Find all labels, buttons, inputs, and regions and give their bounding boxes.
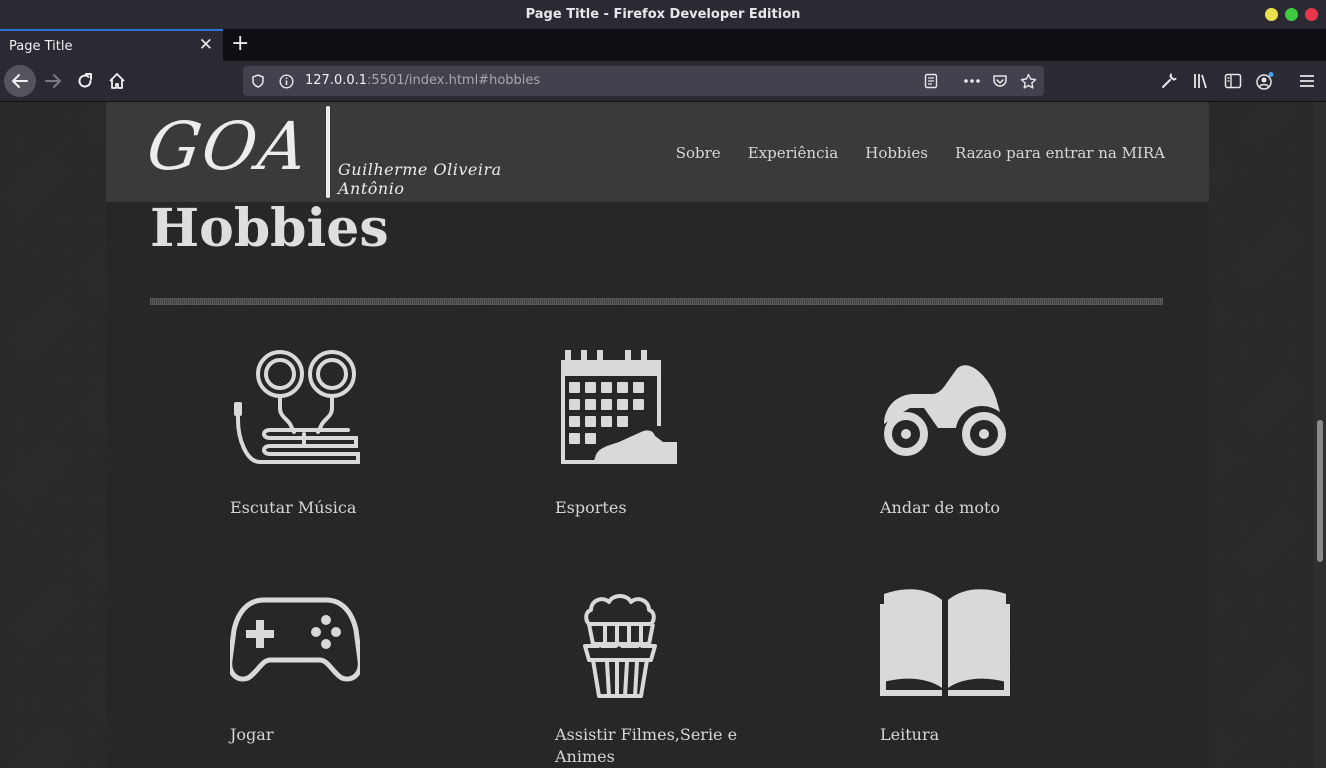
url-host: 127.0.0.1 xyxy=(305,73,368,88)
site-header: GOA Guilherme Oliveira Antônio Sobre Exp… xyxy=(106,102,1209,202)
motorcycle-icon xyxy=(884,365,1006,456)
hobby-label: Escutar Música xyxy=(230,498,357,517)
forward-button[interactable] xyxy=(37,65,69,97)
nav-link-experiencia[interactable]: Experiência xyxy=(748,144,839,162)
site-nav: Sobre Experiência Hobbies Razao para ent… xyxy=(676,144,1165,162)
hobby-label: Andar de moto xyxy=(880,498,1001,517)
library-icon[interactable] xyxy=(1190,70,1212,92)
address-bar[interactable]: 127.0.0.1:5501/index.html#hobbies xyxy=(243,66,1044,96)
shield-icon[interactable] xyxy=(249,72,267,90)
nav-link-razao[interactable]: Razao para entrar na MIRA xyxy=(955,144,1165,162)
minimize-button[interactable] xyxy=(1265,8,1278,21)
popcorn-icon xyxy=(583,594,657,698)
window-controls xyxy=(1265,8,1318,21)
page-viewport: GOA Guilherme Oliveira Antônio Sobre Exp… xyxy=(0,102,1314,768)
nav-link-sobre[interactable]: Sobre xyxy=(676,144,721,162)
page-scrollbar[interactable] xyxy=(1314,102,1326,768)
section-title: Hobbies xyxy=(150,198,389,259)
hobby-label: Assistir Filmes,Serie e Animes xyxy=(555,725,738,766)
new-tab-button[interactable]: + xyxy=(231,32,249,56)
section-divider xyxy=(150,298,1163,305)
logo-name: Guilherme Oliveira Antônio xyxy=(338,160,502,198)
url-text[interactable]: 127.0.0.1:5501/index.html#hobbies xyxy=(305,73,540,88)
tab-strip: Page Title ✕ + xyxy=(0,29,1326,61)
logo-divider xyxy=(326,106,330,198)
home-button[interactable] xyxy=(101,65,133,97)
site-logo[interactable]: GOA Guilherme Oliveira Antônio xyxy=(142,104,546,200)
back-button[interactable] xyxy=(4,65,36,97)
hobby-label: Esportes xyxy=(555,498,627,517)
hobby-label: Leitura xyxy=(880,725,940,744)
tab-close-icon[interactable]: ✕ xyxy=(199,37,213,54)
window-titlebar: Page Title - Firefox Developer Edition xyxy=(0,0,1326,29)
window-title: Page Title - Firefox Developer Edition xyxy=(525,7,801,22)
close-window-button[interactable] xyxy=(1305,8,1318,21)
calendar-sneaker-icon xyxy=(561,350,677,468)
more-actions-icon[interactable] xyxy=(963,72,981,90)
tab-label: Page Title xyxy=(9,38,73,54)
reload-icon xyxy=(78,73,92,88)
arrow-right-icon xyxy=(45,74,61,88)
book-icon xyxy=(880,589,1010,696)
tab-page-title[interactable]: Page Title ✕ xyxy=(0,29,223,61)
home-icon xyxy=(109,73,125,89)
bookmark-star-icon[interactable] xyxy=(1019,72,1037,90)
arrow-left-icon xyxy=(12,74,28,88)
wrench-icon[interactable] xyxy=(1158,70,1180,92)
hobby-label: Jogar xyxy=(230,725,274,744)
url-path: :5501/index.html#hobbies xyxy=(367,73,541,88)
reader-view-icon[interactable] xyxy=(922,72,940,90)
reload-button[interactable] xyxy=(69,65,101,97)
pocket-icon[interactable] xyxy=(991,72,1009,90)
page-container: GOA Guilherme Oliveira Antônio Sobre Exp… xyxy=(106,102,1209,768)
navigation-toolbar: 127.0.0.1:5501/index.html#hobbies xyxy=(0,61,1326,102)
scrollbar-thumb[interactable] xyxy=(1317,420,1323,562)
gamepad-icon xyxy=(230,597,360,682)
maximize-button[interactable] xyxy=(1285,8,1298,21)
logo-monogram: GOA xyxy=(142,108,314,185)
earphones-icon xyxy=(234,350,360,464)
sidebar-icon[interactable] xyxy=(1222,70,1244,92)
menu-hamburger-icon[interactable] xyxy=(1296,70,1318,92)
account-icon[interactable] xyxy=(1254,70,1276,92)
nav-link-hobbies[interactable]: Hobbies xyxy=(865,144,928,162)
info-icon[interactable] xyxy=(277,72,295,90)
